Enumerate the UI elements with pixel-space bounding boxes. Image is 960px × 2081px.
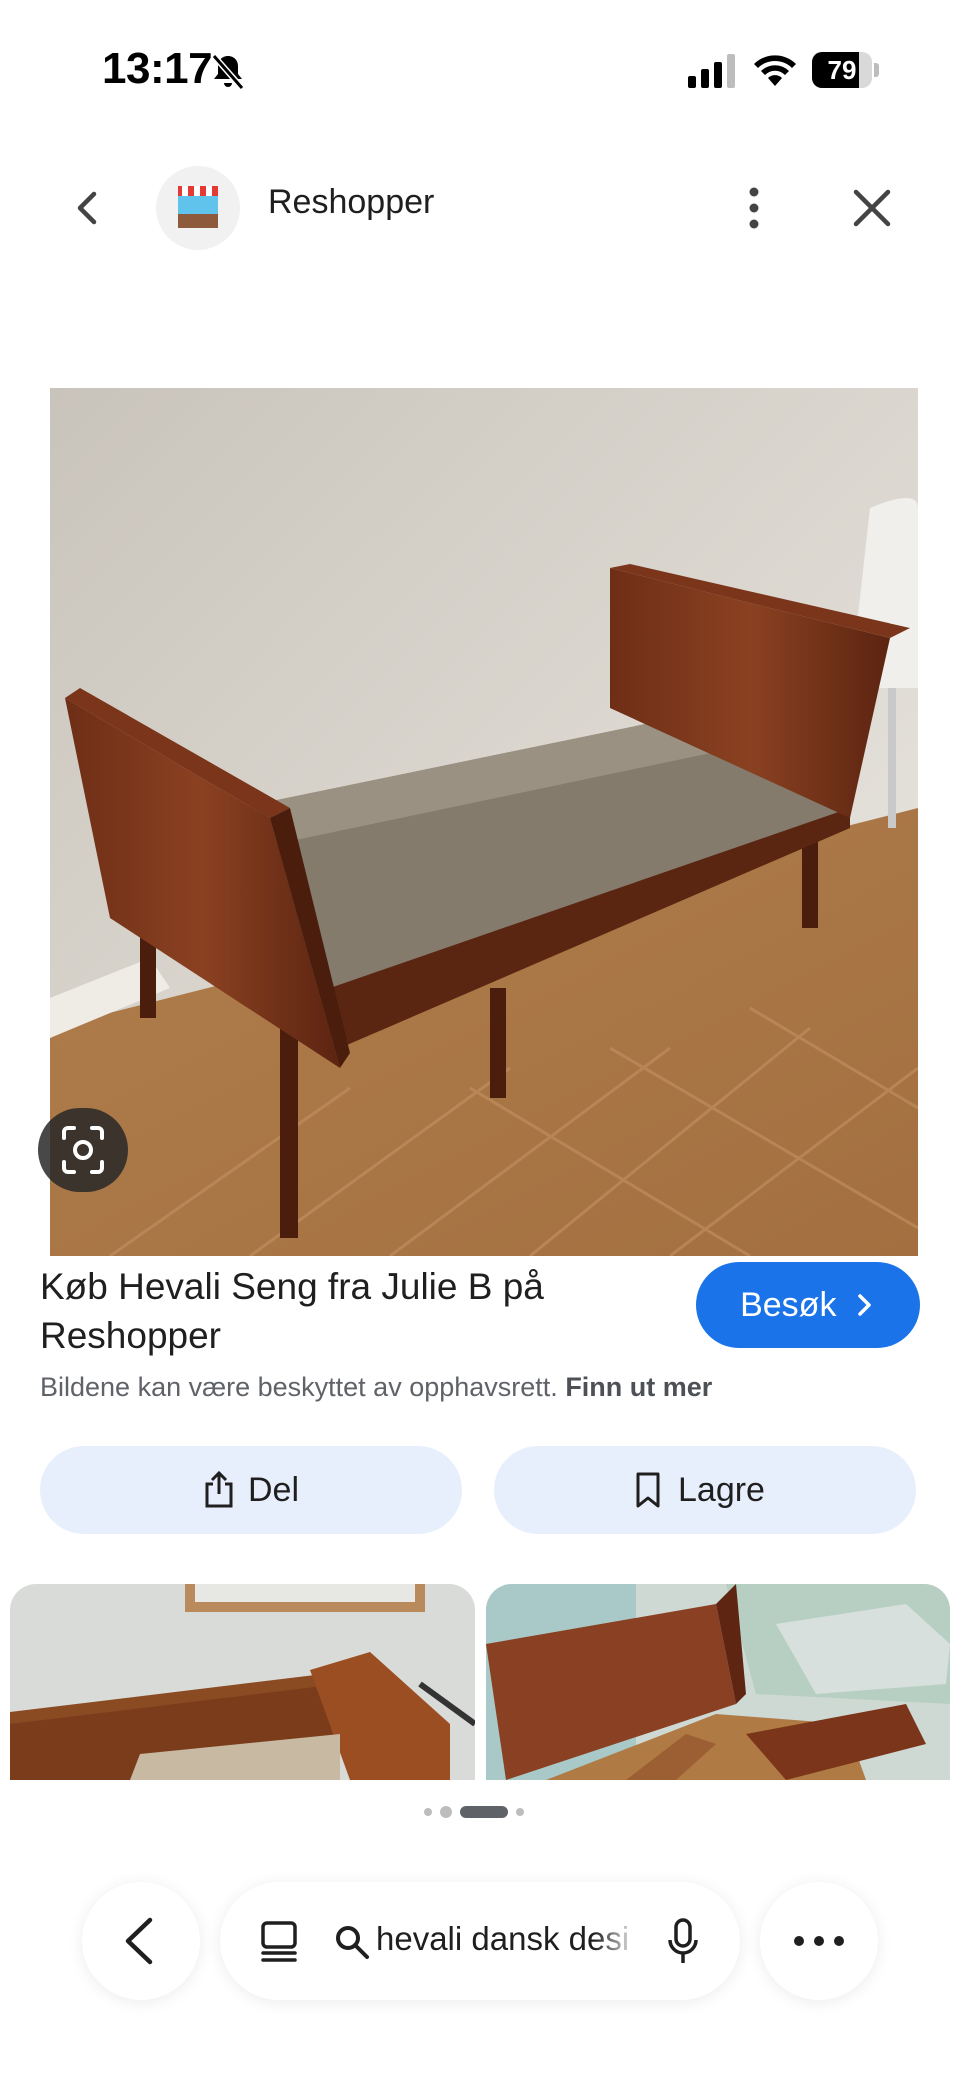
site-name[interactable]: Reshopper	[268, 183, 434, 222]
browser-more-button[interactable]	[760, 1882, 878, 2000]
share-button[interactable]: Del	[40, 1446, 462, 1534]
share-label: Del	[248, 1470, 300, 1509]
chevron-left-icon[interactable]	[64, 184, 112, 232]
result-title[interactable]: Køb Hevali Seng fra Julie B på Reshopper	[40, 1262, 660, 1360]
bell-slash-icon	[211, 54, 245, 90]
more-vertical-icon[interactable]	[736, 184, 772, 232]
visit-button[interactable]: Besøk	[696, 1262, 920, 1348]
pager-dot	[516, 1808, 524, 1816]
visit-label: Besøk	[740, 1286, 837, 1324]
microphone-icon[interactable]	[668, 1918, 698, 1966]
search-icon	[336, 1926, 369, 1959]
pager-dot	[440, 1806, 452, 1818]
lens-search-button[interactable]	[38, 1108, 128, 1192]
result-image[interactable]	[50, 388, 918, 1256]
related-image-2[interactable]	[486, 1584, 950, 1780]
copyright-notice: Bildene kan være beskyttet av opphavsret…	[40, 1372, 712, 1403]
battery-percent: 79	[827, 55, 857, 85]
pager-dot	[460, 1806, 508, 1818]
carousel-pager	[424, 1806, 524, 1818]
tabs-icon[interactable]	[258, 1920, 300, 1962]
bookmark-icon	[636, 1472, 660, 1508]
save-button[interactable]: Lagre	[494, 1446, 916, 1534]
cellular-signal-icon	[688, 54, 735, 88]
chevron-right-icon	[858, 1294, 871, 1316]
image-search-icon	[62, 1126, 104, 1174]
learn-more-link[interactable]: Finn ut mer	[565, 1372, 712, 1402]
save-label: Lagre	[678, 1470, 765, 1509]
copyright-text: Bildene kan være beskyttet av opphavsret…	[40, 1372, 558, 1402]
related-image-1[interactable]	[10, 1584, 475, 1780]
browser-back-button[interactable]	[82, 1882, 200, 2000]
search-bar[interactable]: hevali dansk desi	[220, 1882, 740, 2000]
reshopper-logo[interactable]	[156, 166, 240, 250]
status-time: 13:17	[102, 44, 213, 93]
battery-icon: 79	[812, 52, 880, 88]
close-icon[interactable]	[850, 186, 894, 230]
share-icon	[205, 1470, 233, 1508]
more-horizontal-icon	[794, 1936, 844, 1946]
pager-dot	[424, 1808, 432, 1816]
chevron-left-icon	[125, 1917, 153, 1965]
wifi-icon	[754, 55, 796, 86]
